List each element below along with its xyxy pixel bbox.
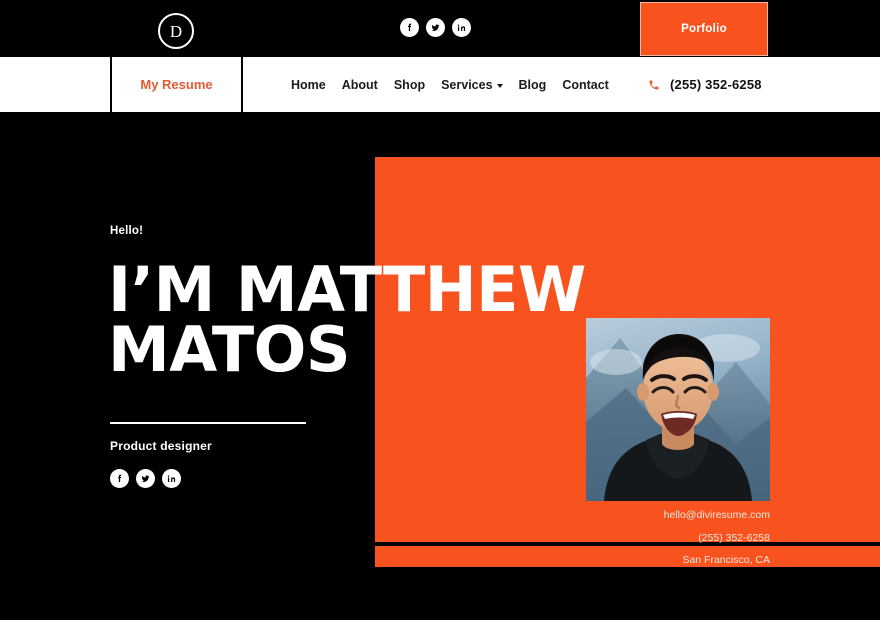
page-root: D Porfolio My Resume Home About Shop Ser… — [0, 0, 880, 620]
linkedin-icon[interactable] — [452, 18, 471, 37]
portfolio-button[interactable]: Porfolio — [640, 2, 768, 56]
nav-item-home[interactable]: Home — [291, 78, 326, 92]
nav-brand-my-resume[interactable]: My Resume — [112, 57, 241, 112]
nav-item-blog[interactable]: Blog — [519, 78, 547, 92]
hero-contact-list: hello@diviresume.com (255) 352-6258 San … — [440, 510, 770, 566]
top-social-list — [400, 18, 471, 37]
phone-icon — [648, 79, 660, 91]
chevron-down-icon — [496, 83, 503, 88]
logo-letter: D — [169, 21, 183, 41]
contact-phone[interactable]: (255) 352-6258 — [440, 532, 770, 544]
hero-section: hello@diviresume.com (255) 352-6258 San … — [0, 112, 880, 620]
facebook-icon[interactable] — [400, 18, 419, 37]
nav-item-shop[interactable]: Shop — [394, 78, 425, 92]
main-navbar: My Resume Home About Shop Services Blog … — [0, 57, 880, 112]
hero-social-list — [110, 469, 181, 488]
linkedin-icon[interactable] — [162, 469, 181, 488]
site-logo[interactable]: D — [157, 12, 195, 50]
hero-greeting: Hello! — [110, 225, 144, 237]
top-bar: D Porfolio — [0, 0, 880, 57]
nav-item-services-label: Services — [441, 77, 493, 92]
divi-logo-icon: D — [158, 13, 194, 49]
nav-item-about[interactable]: About — [342, 78, 378, 92]
twitter-icon[interactable] — [426, 18, 445, 37]
nav-item-services[interactable]: Services — [441, 77, 503, 92]
nav-item-contact[interactable]: Contact — [562, 78, 609, 92]
twitter-icon[interactable] — [136, 469, 155, 488]
facebook-icon[interactable] — [110, 469, 129, 488]
contact-email[interactable]: hello@diviresume.com — [440, 510, 770, 521]
hero-headline: I’M MATTHEW MATOS — [108, 253, 586, 386]
contact-location: San Francisco, CA — [682, 554, 770, 566]
nav-phone[interactable]: (255) 352-6258 — [648, 57, 762, 112]
nav-phone-number: (255) 352-6258 — [670, 77, 762, 92]
nav-links: Home About Shop Services Blog Contact — [291, 57, 609, 112]
hero-role: Product designer — [110, 439, 212, 453]
hero-divider-rule — [110, 422, 306, 424]
nav-divider-right — [241, 57, 243, 112]
